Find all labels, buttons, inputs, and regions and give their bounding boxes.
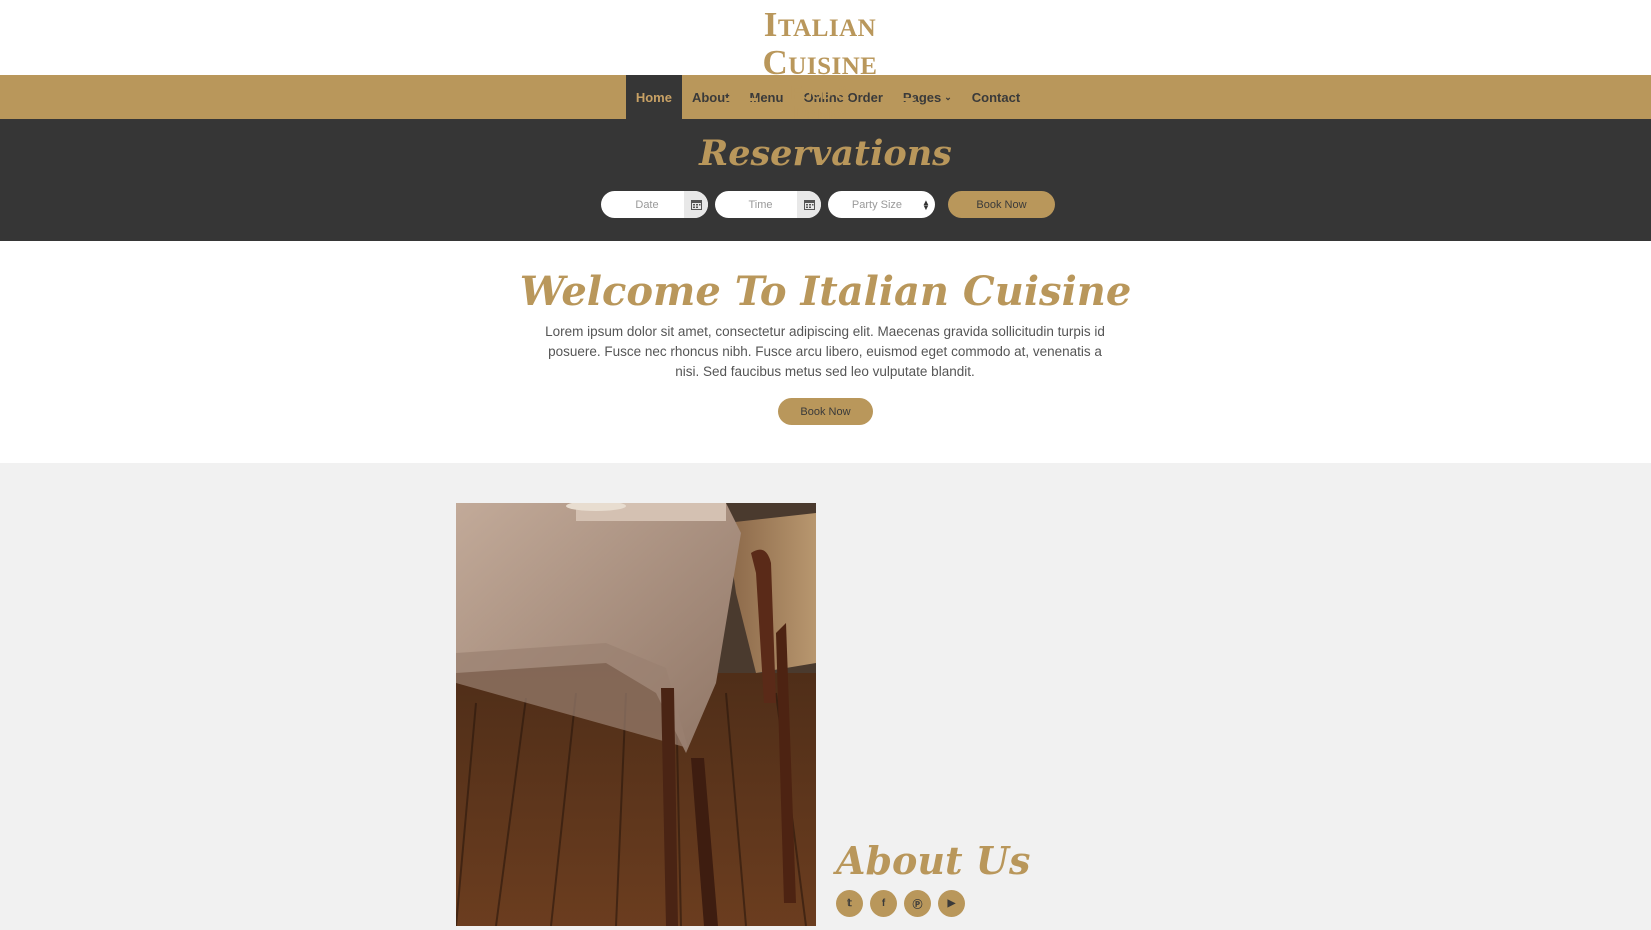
facebook-icon[interactable]: f [870,890,897,917]
time-placeholder: Time [748,198,773,211]
reservation-form: Date Time Party Size ▲ ▼ Book Now [601,191,1055,218]
book-now-button[interactable]: Book Now [778,398,873,425]
restaurant-table-photo [456,503,816,926]
time-field[interactable]: Time [715,191,821,218]
nav-item-home[interactable]: Home [625,75,682,119]
date-field[interactable]: Date [601,191,708,218]
logo-divider-left [726,98,758,108]
nav-item-contact[interactable]: Contact [962,75,1030,119]
welcome-text: Lorem ipsum dolor sit amet, consectetur … [545,324,1105,379]
nav-item-label: Home [635,89,672,105]
about-section: About Us 𝕥 f Ⓟ ▶ [0,463,1651,926]
calendar-icon[interactable] [797,191,821,218]
logo-subtitle-row: Food & Drinks [726,83,914,123]
party-size-placeholder: Party Size [851,198,903,211]
logo-title: Italian Cuisine [762,5,878,82]
about-title: About Us [836,838,1031,883]
twitter-icon[interactable]: 𝕥 [836,890,863,917]
logo-divider-right [882,98,914,108]
reservations-title: Reservations [699,133,952,174]
pinterest-icon[interactable]: Ⓟ [904,890,931,917]
social-links: 𝕥 f Ⓟ ▶ [836,890,965,917]
youtube-icon[interactable]: ▶ [938,890,965,917]
book-now-button[interactable]: Book Now [948,191,1055,218]
welcome-section: Welcome To Italian Cuisine Lorem ipsum d… [0,241,1651,463]
logo[interactable]: Italian Cuisine Food & Drinks [726,6,914,123]
nav-item-label: Contact [971,89,1021,105]
welcome-title: Welcome To Italian Cuisine [519,268,1132,315]
logo-subtitle: Food & Drinks [790,83,850,123]
reservations-section: Reservations Date Time Party Size ▲ ▼ Boo… [0,119,1651,241]
nav-item-label: About [691,89,730,105]
party-size-select[interactable]: Party Size ▲ ▼ [828,191,935,218]
calendar-icon[interactable] [684,191,708,218]
chevron-down-icon: ⌄ [944,91,952,102]
date-placeholder: Date [635,198,659,211]
site-header: Italian Cuisine Food & Drinks [0,0,1651,123]
select-arrows-icon: ▲ ▼ [922,197,930,212]
